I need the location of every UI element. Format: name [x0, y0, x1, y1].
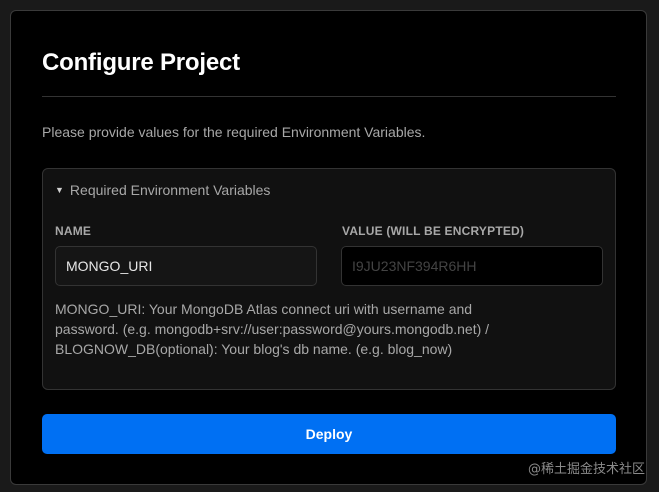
env-variables-summary-label: Required Environment Variables [69, 182, 271, 198]
value-column-label: VALUE (WILL BE ENCRYPTED) [342, 224, 525, 238]
deploy-button[interactable]: Deploy [42, 414, 616, 454]
configure-project-dialog: Configure Project Please provide values … [10, 10, 647, 485]
env-variables-toggle[interactable]: ▼ Required Environment Variables [55, 182, 270, 198]
title-divider [42, 96, 616, 97]
name-column-label: NAME [55, 224, 92, 238]
page-title: Configure Project [42, 49, 240, 76]
env-variables-panel: ▼ Required Environment Variables NAME VA… [42, 168, 616, 390]
env-help-text: MONGO_URI: Your MongoDB Atlas connect ur… [55, 301, 490, 357]
env-name-field[interactable] [55, 246, 317, 286]
env-value-field[interactable] [341, 246, 603, 286]
dialog-description: Please provide values for the required E… [42, 124, 426, 140]
watermark-text: @稀土掘金技术社区 [527, 462, 645, 477]
caret-down-icon: ▼ [55, 185, 64, 195]
